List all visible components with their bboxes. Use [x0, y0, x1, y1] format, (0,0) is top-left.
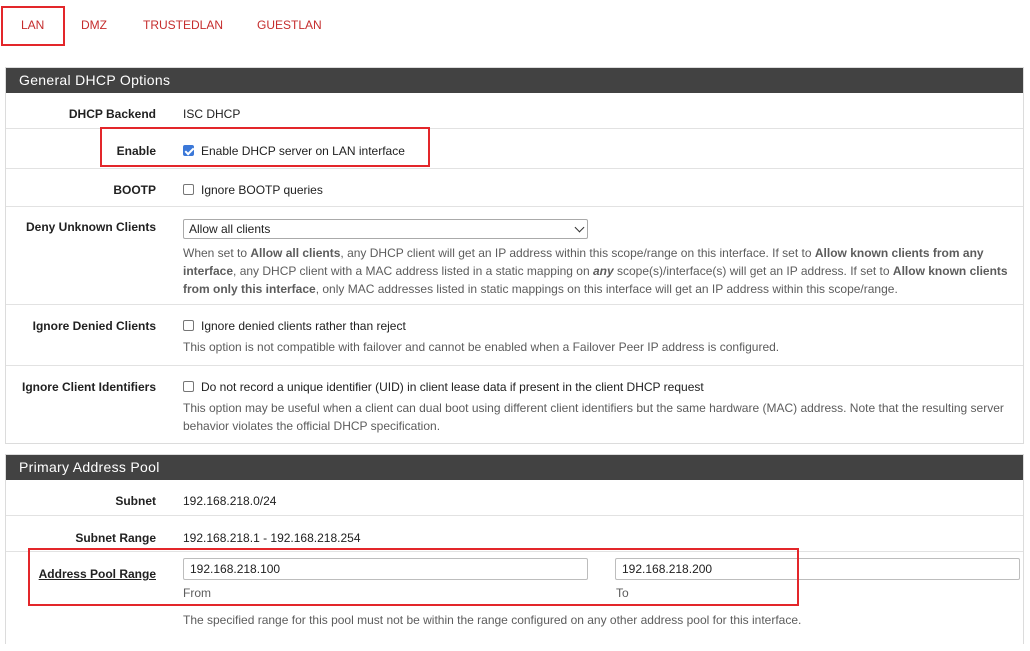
bootp-checkbox[interactable]	[183, 184, 194, 195]
pool-from-input[interactable]: 192.168.218.100	[183, 558, 588, 580]
pool-to-input[interactable]: 192.168.218.200	[615, 558, 1020, 580]
row-deny-unknown: Deny Unknown Clients Allow all clients W…	[6, 206, 1023, 304]
tab-guestlan[interactable]: GUESTLAN	[257, 18, 322, 32]
ignore-uid-text: Do not record a unique identifier (UID) …	[201, 380, 704, 394]
enable-checkbox[interactable]	[183, 145, 194, 156]
chevron-down-icon	[574, 222, 585, 233]
tab-dmz[interactable]: DMZ	[81, 18, 107, 32]
subnet-range-value: 192.168.218.1 - 192.168.218.254	[183, 531, 361, 545]
panel-title-pool: Primary Address Pool	[6, 455, 1023, 480]
ignore-denied-help: This option is not compatible with failo…	[183, 340, 780, 354]
pool-from-label: From	[183, 586, 211, 600]
dhcp-backend-value: ISC DHCP	[183, 107, 241, 121]
ignore-denied-option: Ignore denied clients rather than reject	[183, 319, 406, 333]
address-pool-range-label: Address Pool Range	[38, 567, 156, 581]
deny-unknown-label: Deny Unknown Clients	[25, 220, 156, 234]
ignore-uid-help: This option may be useful when a client …	[183, 401, 1004, 433]
ignore-uid-checkbox[interactable]	[183, 381, 194, 392]
pool-range-help: The specified range for this pool must n…	[183, 613, 802, 627]
bootp-label: BOOTP	[113, 183, 156, 197]
tab-trustedlan[interactable]: TRUSTEDLAN	[143, 18, 223, 32]
deny-unknown-selected: Allow all clients	[189, 222, 271, 236]
general-dhcp-options-panel: General DHCP Options DHCP Backend ISC DH…	[5, 67, 1024, 444]
primary-address-pool-panel: Primary Address Pool Subnet 192.168.218.…	[5, 454, 1024, 644]
bootp-text: Ignore BOOTP queries	[201, 183, 323, 197]
ignore-denied-label: Ignore Denied Clients	[32, 319, 156, 333]
interface-tabs: LAN DMZ TRUSTEDLAN GUESTLAN	[0, 0, 1030, 50]
enable-option: Enable DHCP server on LAN interface	[183, 144, 405, 158]
panel-title-general: General DHCP Options	[6, 68, 1023, 93]
enable-text: Enable DHCP server on LAN interface	[201, 144, 405, 158]
bootp-option: Ignore BOOTP queries	[183, 183, 323, 197]
ignore-uid-label: Ignore Client Identifiers	[21, 380, 156, 394]
pool-to-label: To	[616, 586, 629, 600]
row-ignore-uid: Ignore Client Identifiers Do not record …	[6, 365, 1023, 443]
subnet-range-label: Subnet Range	[75, 531, 156, 545]
ignore-uid-option: Do not record a unique identifier (UID) …	[183, 380, 704, 394]
dhcp-backend-label: DHCP Backend	[68, 107, 156, 121]
enable-label: Enable	[116, 144, 156, 158]
row-dhcp-backend: DHCP Backend ISC DHCP	[6, 93, 1023, 128]
row-enable: Enable Enable DHCP server on LAN interfa…	[6, 128, 1023, 168]
row-subnet-range: Subnet Range 192.168.218.1 - 192.168.218…	[6, 515, 1023, 551]
ignore-denied-text: Ignore denied clients rather than reject	[201, 319, 406, 333]
deny-unknown-select[interactable]: Allow all clients	[183, 219, 588, 239]
subnet-label: Subnet	[115, 494, 156, 508]
deny-unknown-help: When set to Allow all clients, any DHCP …	[183, 246, 1008, 296]
row-ignore-denied: Ignore Denied Clients Ignore denied clie…	[6, 304, 1023, 365]
ignore-denied-checkbox[interactable]	[183, 320, 194, 331]
subnet-value: 192.168.218.0/24	[183, 494, 277, 508]
row-subnet: Subnet 192.168.218.0/24	[6, 480, 1023, 515]
tab-lan-highlight	[1, 6, 65, 46]
row-bootp: BOOTP Ignore BOOTP queries	[6, 168, 1023, 206]
row-address-pool-range: Address Pool Range 192.168.218.100 From …	[6, 551, 1023, 651]
